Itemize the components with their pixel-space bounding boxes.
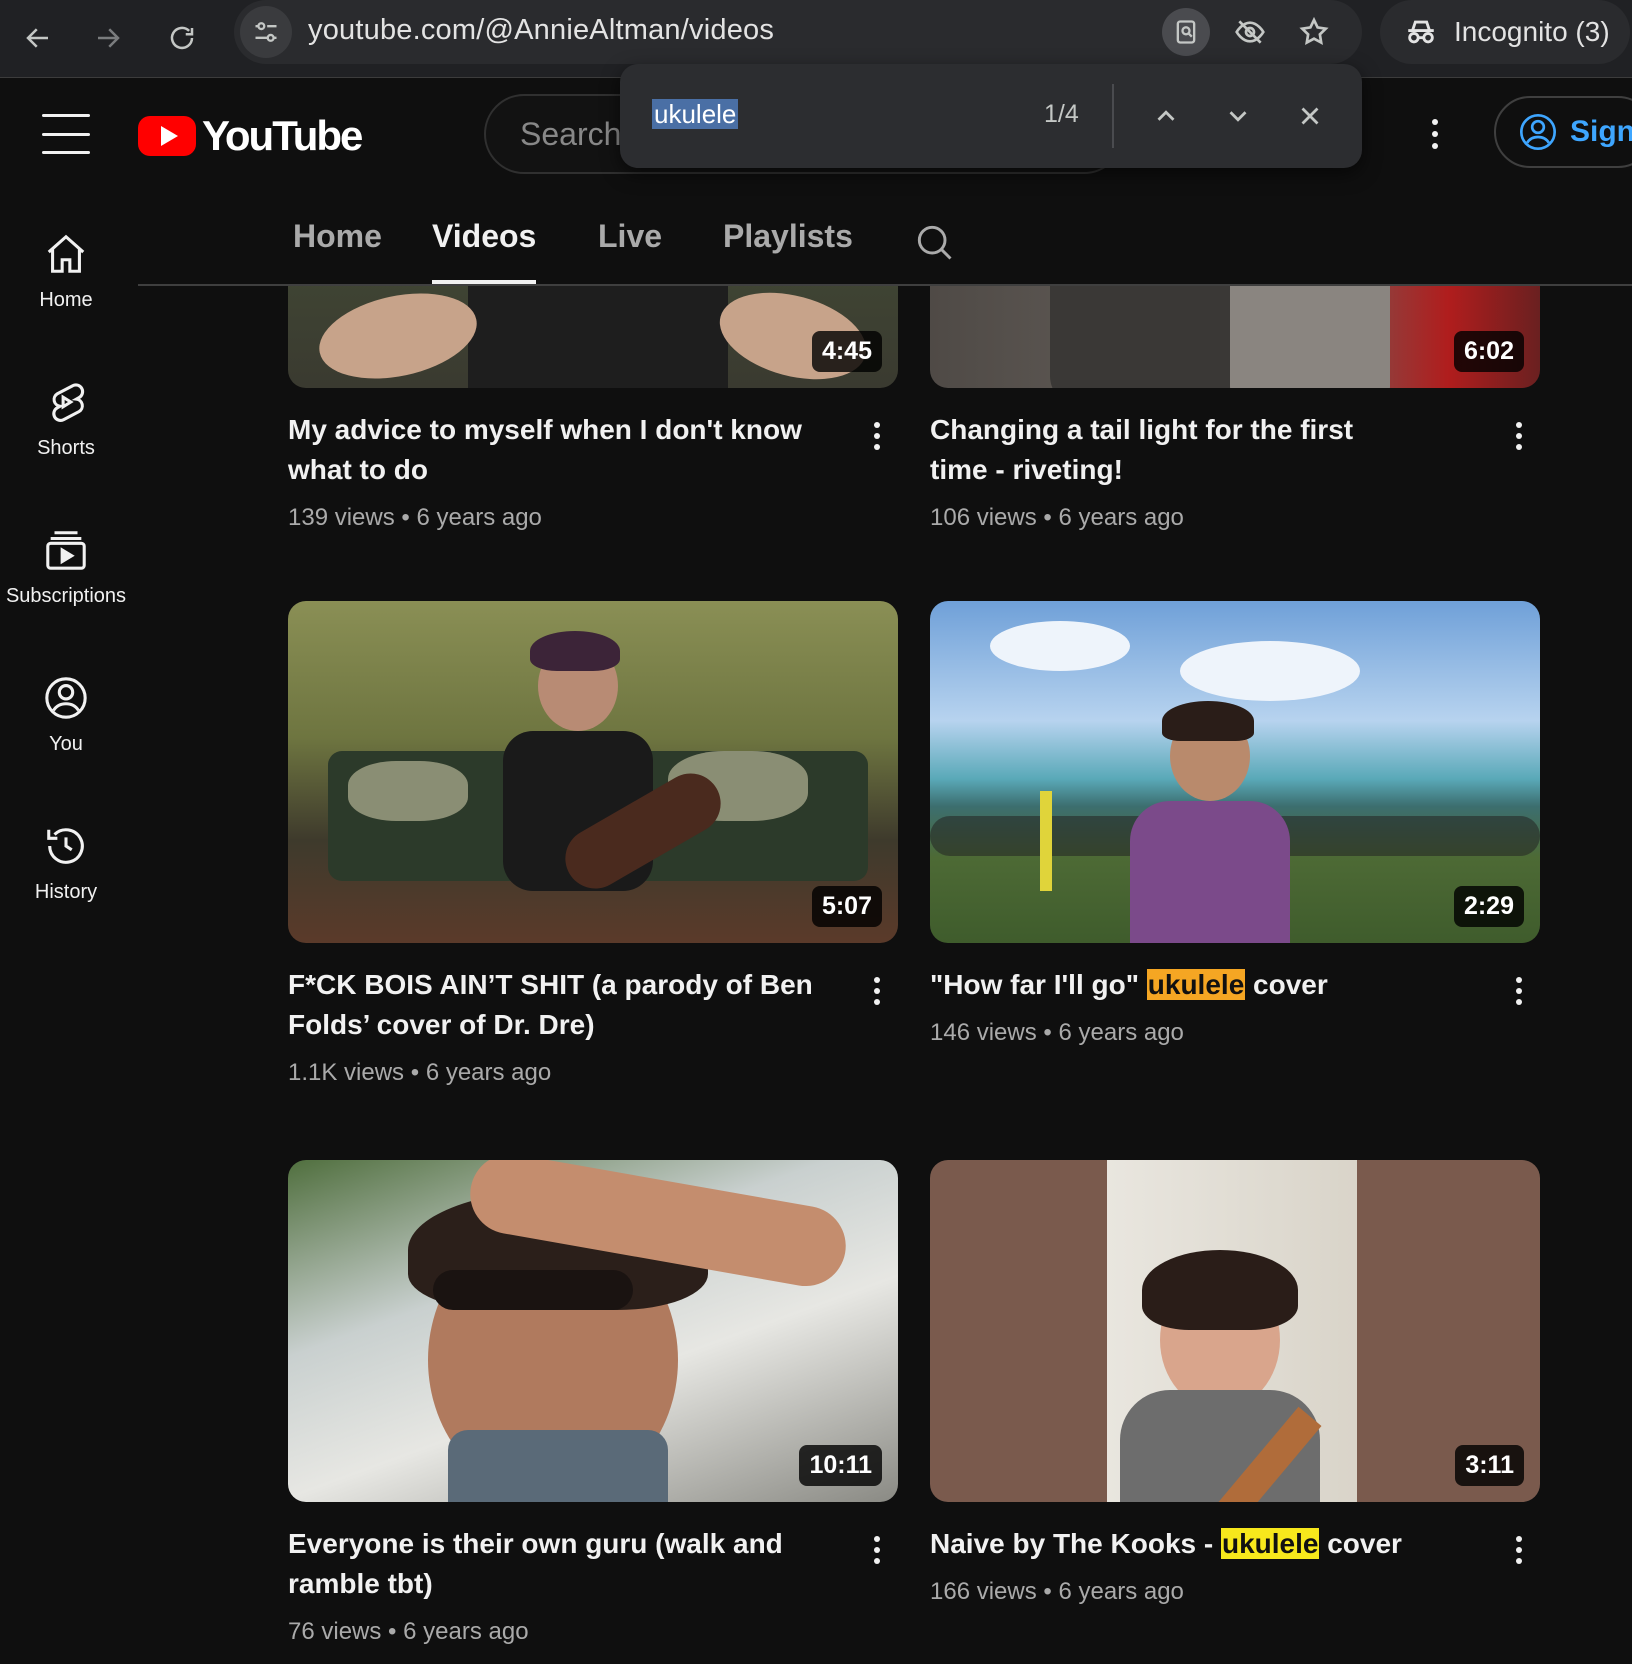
video-title[interactable]: Everyone is their own guru (walk and ram… [288, 1524, 848, 1604]
find-highlight: ukulele [1146, 969, 1246, 1000]
channel-search-icon[interactable] [912, 220, 956, 264]
meta-separator: • [1043, 504, 1052, 531]
video-more-icon[interactable] [862, 969, 892, 1013]
meta-separator: • [410, 1059, 420, 1086]
meta-separator: • [401, 504, 410, 531]
video-thumbnail[interactable]: 10:11 [288, 1160, 898, 1502]
tab-home[interactable]: Home [293, 218, 382, 284]
video-age: 6 years ago [1058, 504, 1184, 531]
video-duration: 5:07 [811, 886, 882, 927]
video-duration: 4:45 [811, 331, 882, 372]
video-age: 6 years ago [425, 1059, 552, 1086]
video-thumbnail[interactable]: 2:29 [930, 601, 1540, 943]
meta-separator: • [1043, 1019, 1052, 1046]
video-age: 6 years ago [1058, 1019, 1184, 1046]
meta-separator: • [1043, 1578, 1052, 1605]
chevron-down-icon [1229, 111, 1247, 122]
video-title-text: "How far I'll go" [930, 969, 1147, 1000]
video-duration: 2:29 [1453, 886, 1524, 927]
video-age: 6 years ago [416, 504, 542, 531]
find-close-button[interactable] [1286, 92, 1334, 140]
video-more-icon[interactable] [1504, 414, 1534, 458]
video-more-icon[interactable] [1504, 969, 1534, 1013]
channel-tabs: Home Videos Live Playlists [138, 200, 1632, 286]
video-title[interactable]: My advice to myself when I don't know wh… [288, 410, 848, 490]
video-duration: 6:02 [1453, 331, 1524, 372]
chevron-up-icon [1157, 110, 1175, 121]
video-meta: 1.1K views • 6 years ago [288, 1059, 551, 1087]
video-views: 76 views [288, 1618, 382, 1645]
video-age: 6 years ago [403, 1618, 529, 1645]
video-meta: 166 views • 6 years ago [930, 1578, 1184, 1606]
video-thumbnail[interactable]: 5:07 [288, 601, 898, 943]
video-views: 106 views [930, 504, 1037, 531]
close-icon [1301, 107, 1319, 125]
video-duration: 10:11 [799, 1445, 882, 1486]
video-meta: 106 views • 6 years ago [930, 504, 1184, 532]
meta-separator: • [388, 1618, 397, 1645]
video-title[interactable]: F*CK BOIS AIN’T SHIT (a parody of Ben Fo… [288, 965, 848, 1045]
find-previous-button[interactable] [1142, 92, 1190, 140]
find-next-button[interactable] [1214, 92, 1262, 140]
find-match-count: 1/4 [1044, 100, 1079, 128]
find-query-input[interactable]: ukulele [652, 99, 739, 129]
video-duration: 3:11 [1455, 1445, 1524, 1486]
video-more-icon[interactable] [862, 1528, 892, 1572]
video-thumbnail[interactable]: 4:45 [288, 286, 898, 388]
find-divider [1112, 84, 1114, 148]
video-meta: 146 views • 6 years ago [930, 1019, 1184, 1047]
video-more-icon[interactable] [1504, 1528, 1534, 1572]
find-in-page-bar: ukulele 1/4 [620, 64, 1362, 168]
video-age: 6 years ago [1058, 1578, 1184, 1605]
video-title[interactable]: Naive by The Kooks - ukulele cover [930, 1524, 1490, 1564]
video-title[interactable]: Changing a tail light for the first time… [930, 410, 1410, 490]
video-title-text: Naive by The Kooks - [930, 1528, 1221, 1559]
video-title-text: cover [1319, 1528, 1402, 1559]
tab-live[interactable]: Live [598, 218, 662, 284]
video-meta: 139 views • 6 years ago [288, 504, 542, 532]
video-thumbnail[interactable]: 6:02 [930, 286, 1540, 388]
video-views: 139 views [288, 504, 395, 531]
video-title-text: cover [1245, 969, 1328, 1000]
video-more-icon[interactable] [862, 414, 892, 458]
video-views: 1.1K views [288, 1059, 405, 1086]
video-views: 146 views [930, 1019, 1037, 1046]
video-meta: 76 views • 6 years ago [288, 1618, 529, 1646]
video-title[interactable]: "How far I'll go" ukulele cover [930, 965, 1490, 1005]
tab-playlists[interactable]: Playlists [723, 218, 853, 284]
tab-videos[interactable]: Videos [432, 218, 537, 284]
video-thumbnail[interactable]: 3:11 [930, 1160, 1540, 1502]
video-views: 166 views [930, 1578, 1037, 1605]
find-highlight-current: ukulele [1220, 1528, 1320, 1559]
